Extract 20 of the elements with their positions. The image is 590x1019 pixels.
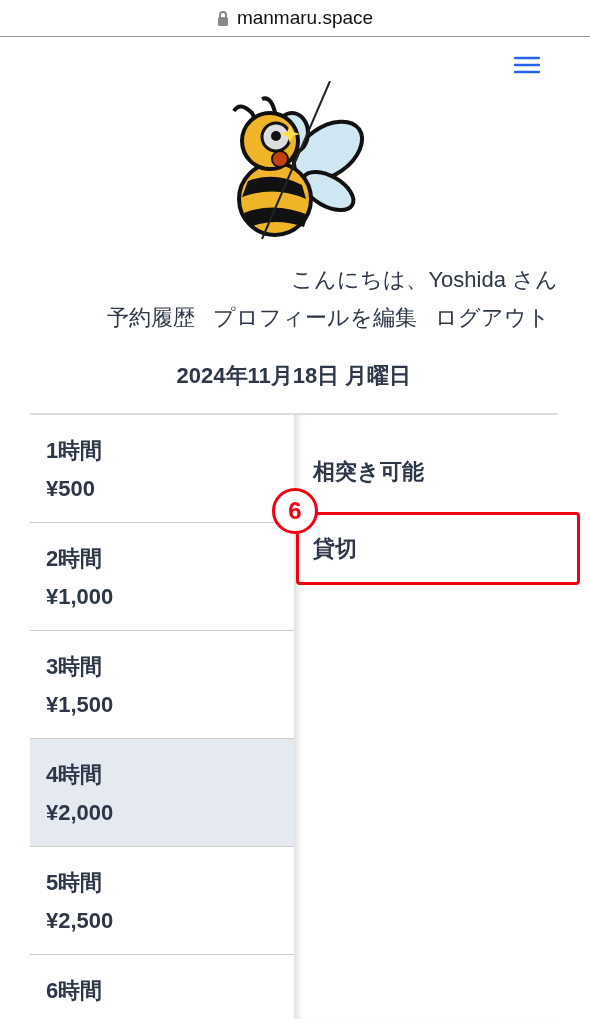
duration-item[interactable]: 4時間 ¥2,000 xyxy=(30,739,294,847)
duration-label: 3時間 xyxy=(46,653,104,681)
duration-label: 4時間 xyxy=(46,761,104,789)
price-text: ¥2,000 xyxy=(46,799,115,827)
greeting-text: こんにちは、Yoshida さん xyxy=(290,266,559,294)
duration-label: 5時間 xyxy=(46,869,104,897)
option-item[interactable]: 貸切 xyxy=(313,534,357,563)
nav-link[interactable]: ログアウト xyxy=(435,303,550,333)
price-text: ¥1,500 xyxy=(46,691,115,719)
duration-label: 2時間 xyxy=(46,545,104,573)
step-number-badge: 6 xyxy=(272,488,318,534)
nav-link[interactable]: プロフィールを編集 xyxy=(213,303,417,333)
duration-label: 6時間 xyxy=(46,977,104,1005)
price-text: ¥500 xyxy=(46,475,96,503)
duration-label: 1時間 xyxy=(46,437,104,465)
price-text: ¥1,000 xyxy=(46,583,115,611)
price-text: ¥2,500 xyxy=(46,907,115,935)
url-text[interactable]: manmaru.space xyxy=(236,7,374,29)
nav-link[interactable]: 予約履歴 xyxy=(107,303,195,333)
date-heading: 2024年11月18日 月曜日 xyxy=(175,362,413,390)
